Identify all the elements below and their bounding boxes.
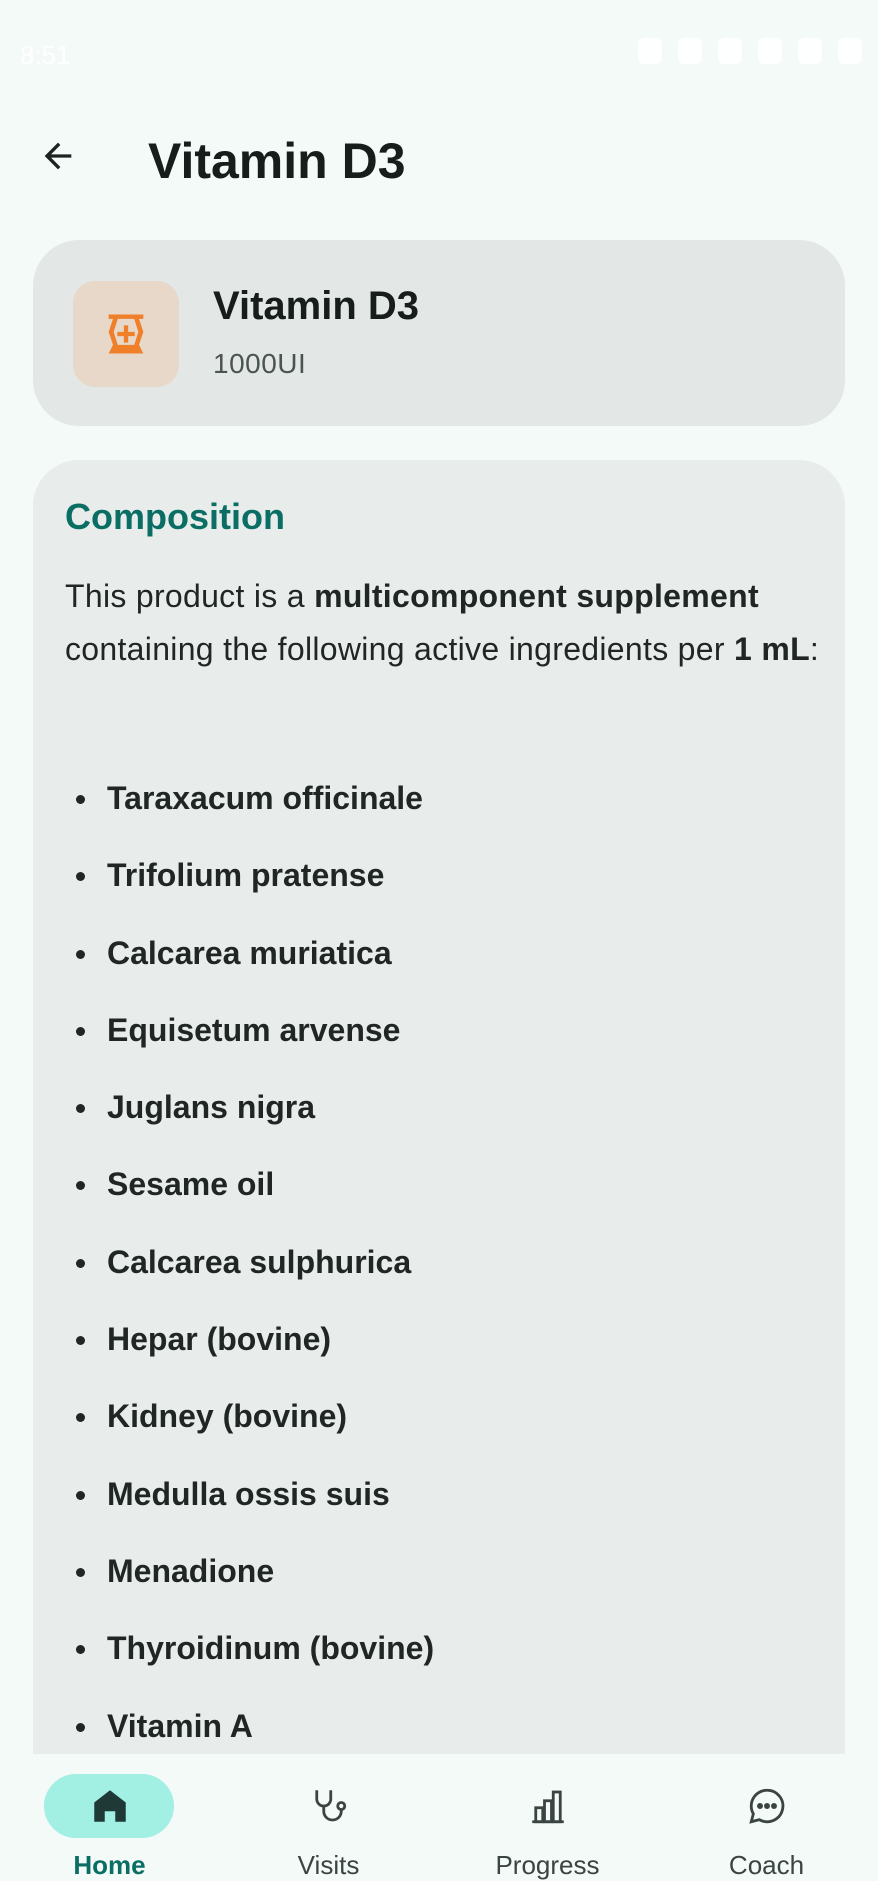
status-icons [638,38,862,64]
ingredient-item: Calcarea muriatica [65,915,434,992]
wifi-icon [758,38,782,64]
intro-text-1: This product is a [65,578,315,614]
ingredient-item: Equisetum arvense [65,992,434,1069]
vibrate-icon [718,38,742,64]
signal-icon [798,38,822,64]
top-app-bar: Vitamin D3 [0,108,878,228]
nav-item-visits[interactable]: Visits [219,1754,438,1880]
ingredient-item: Medulla ossis suis [65,1456,434,1533]
status-time: 8:51 [20,40,71,70]
ingredient-item: Taraxacum officinale [65,760,434,837]
intro-end: : [809,631,820,667]
ingredient-item: Calcarea sulphurica [65,1224,434,1301]
composition-intro: This product is a multicomponent supplem… [65,570,825,676]
nav-label-home: Home [73,1850,146,1880]
stethoscope-icon [315,1790,347,1822]
alarm-icon [638,38,662,64]
chat-bubble-icon [749,1788,785,1824]
nav-label-coach: Coach [728,1850,805,1880]
nav-label-visits: Visits [297,1850,360,1880]
ingredient-item: Hepar (bovine) [65,1301,434,1378]
arrow-back-icon [44,142,72,170]
ingredient-list: Taraxacum officinale Trifolium pratense … [65,760,434,1765]
nav-item-coach[interactable]: Coach [657,1754,876,1880]
nav-label-progress: Progress [495,1850,600,1880]
ingredient-item: Trifolium pratense [65,837,434,914]
status-bar: 8:51 [0,0,878,108]
composition-heading: Composition [65,496,285,537]
ingredient-item: Juglans nigra [65,1069,434,1146]
product-dose: 1000UI [213,348,307,379]
ingredient-item: Menadione [65,1533,434,1610]
page-title: Vitamin D3 [148,133,406,189]
product-icon-box [73,281,179,387]
intro-text-2: containing the following active ingredie… [65,631,735,667]
home-icon [94,1790,126,1822]
composition-card: Composition This product is a multicompo… [33,460,845,1880]
back-button[interactable] [28,126,88,186]
medicine-jar-icon [108,314,144,354]
data-saver-icon [678,38,702,64]
intro-unit: 1 mL [734,631,810,667]
nav-item-home[interactable]: Home [0,1754,219,1880]
bar-chart-icon [532,1790,564,1824]
intro-bold-text: multicomponent supplement [314,578,759,614]
ingredient-item: Kidney (bovine) [65,1378,434,1455]
product-name: Vitamin D3 [213,284,419,328]
product-card: Vitamin D3 1000UI [33,240,845,426]
nav-item-progress[interactable]: Progress [438,1754,657,1880]
ingredient-item: Thyroidinum (bovine) [65,1610,434,1687]
bottom-navigation: Home Visits Progress Coach [0,1754,878,1880]
ingredient-item: Sesame oil [65,1146,434,1223]
battery-icon [838,38,862,64]
